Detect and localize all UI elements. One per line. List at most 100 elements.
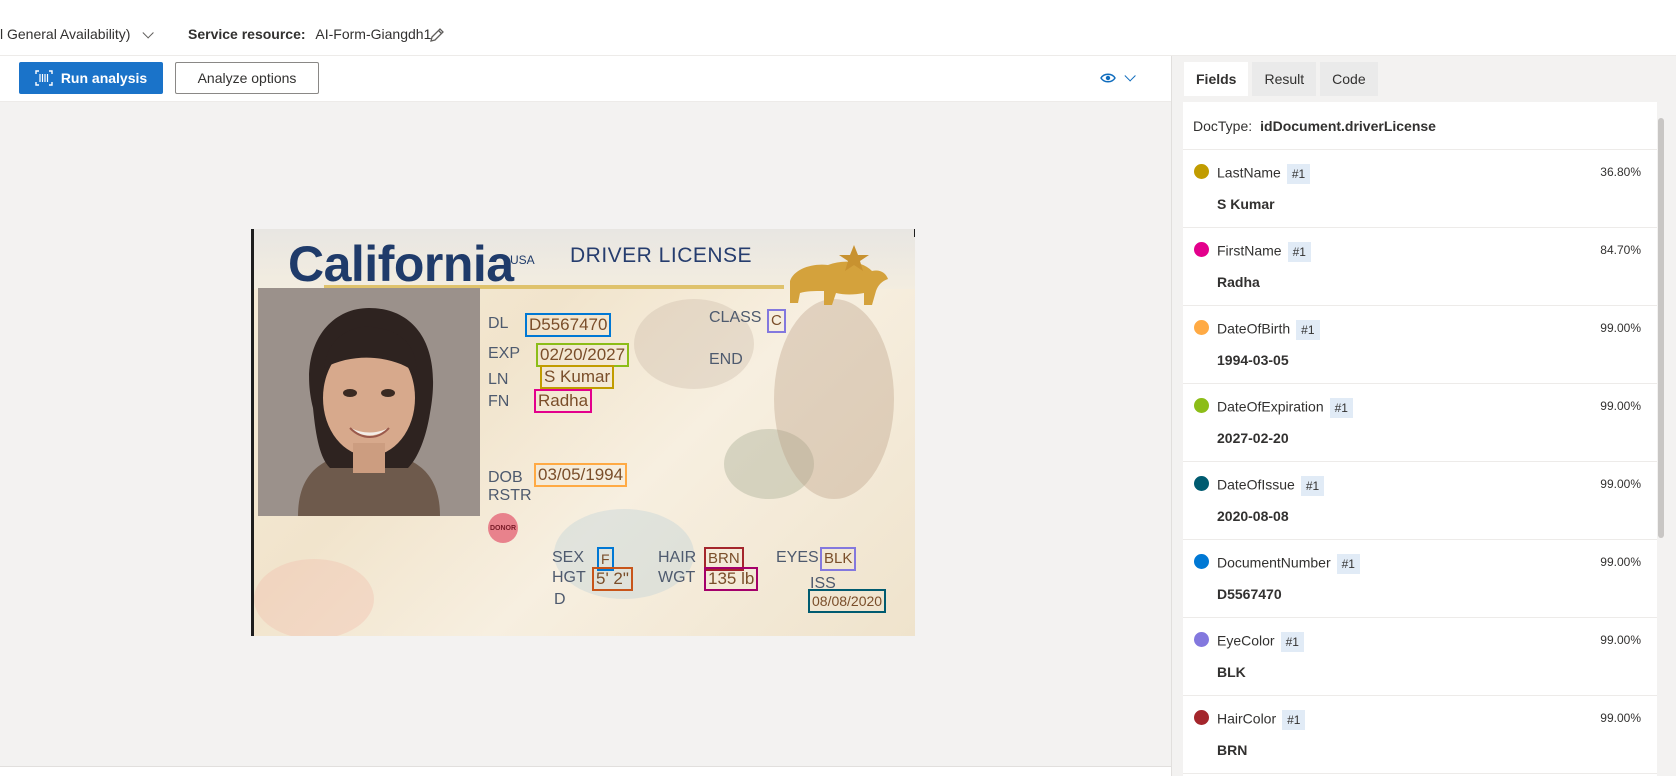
field-name: LastName #1 [1217, 164, 1311, 184]
field-confidence: 36.80% [1600, 165, 1641, 179]
api-version-label: l General Availability) [0, 26, 131, 42]
value-document-number[interactable]: D5567470 [525, 313, 612, 337]
analyze-options-label: Analyze options [197, 70, 297, 86]
doctype-value: idDocument.driverLicense [1260, 117, 1436, 134]
field-confidence: 99.00% [1600, 321, 1641, 335]
run-analysis-button[interactable]: Run analysis [19, 62, 163, 94]
field-index-badge[interactable]: #1 [1300, 476, 1325, 496]
field-name: FirstName #1 [1217, 242, 1311, 262]
scan-icon [35, 70, 53, 86]
label-dob: DOB [488, 469, 523, 486]
field-color-dot [1194, 242, 1209, 257]
field-row[interactable]: FirstName #1 84.70% Radha [1183, 228, 1665, 306]
field-value: D5567470 [1217, 586, 1282, 602]
field-name-text: DocumentNumber [1217, 554, 1331, 571]
field-color-dot [1194, 320, 1209, 335]
field-row[interactable]: DocumentNumber #1 99.00% D5567470 [1183, 540, 1665, 618]
value-first-name[interactable]: Radha [534, 389, 593, 413]
api-version-dropdown[interactable]: l General Availability) [0, 26, 155, 42]
field-value: Radha [1217, 274, 1260, 290]
label-rstr: RSTR [488, 487, 532, 504]
results-tabs: Fields Result Code [1184, 62, 1378, 96]
tab-fields[interactable]: Fields [1184, 62, 1249, 96]
card-country: USA [510, 253, 535, 267]
field-rows: LastName #1 36.80% S Kumar FirstName #1 84.70%… [1183, 150, 1665, 774]
label-eyes: EYES [776, 549, 819, 566]
field-confidence: 99.00% [1600, 477, 1641, 491]
field-name: HairColor #1 [1217, 710, 1306, 730]
field-confidence: 99.00% [1600, 555, 1641, 569]
field-value: S Kumar [1217, 196, 1275, 212]
tab-code[interactable]: Code [1320, 62, 1378, 96]
field-index-badge[interactable]: #1 [1287, 242, 1311, 262]
portrait-photo [258, 288, 480, 516]
tab-result[interactable]: Result [1252, 62, 1317, 96]
edit-pencil-icon[interactable] [428, 26, 446, 44]
field-row[interactable]: DateOfBirth #1 99.00% 1994-03-05 [1183, 306, 1665, 384]
field-index-badge[interactable]: #1 [1336, 554, 1360, 574]
label-sex: SEX [552, 549, 585, 566]
value-class[interactable]: C [767, 309, 786, 333]
label-fn: FN [488, 393, 510, 410]
field-color-dot [1194, 632, 1209, 647]
value-date-of-birth[interactable]: 03/05/1994 [534, 463, 628, 487]
top-bar: l General Availability) Service resource… [0, 0, 1676, 56]
donor-badge: DONOR [488, 513, 518, 543]
field-index-badge[interactable]: #1 [1286, 164, 1311, 184]
field-color-dot [1194, 476, 1209, 491]
field-name-text: DateOfBirth [1217, 320, 1291, 337]
field-row[interactable]: DateOfIssue #1 99.00% 2020-08-08 [1183, 462, 1665, 540]
field-row[interactable]: HairColor #1 99.00% BRN [1183, 696, 1665, 774]
fields-list: DocType: idDocument.driverLicense LastNa… [1183, 102, 1665, 776]
portrait-image [258, 288, 480, 516]
field-index-badge[interactable]: #1 [1282, 710, 1306, 730]
field-name: DocumentNumber #1 [1217, 554, 1360, 574]
field-index-badge[interactable]: #1 [1296, 320, 1320, 340]
field-value: BRN [1217, 742, 1248, 758]
value-issue-date[interactable]: 08/08/2020 [808, 589, 887, 613]
label-hgt: HGT [552, 569, 586, 586]
value-weight[interactable]: 135 lb [704, 567, 759, 591]
analyze-options-button[interactable]: Analyze options [175, 62, 319, 94]
field-name: EyeColor #1 [1217, 632, 1304, 652]
field-name-text: HairColor [1217, 710, 1277, 727]
field-name-text: LastName [1217, 164, 1281, 181]
field-row[interactable]: LastName #1 36.80% S Kumar [1183, 150, 1665, 228]
background-pattern [254, 559, 374, 636]
value-last-name[interactable]: S Kumar [540, 365, 615, 389]
view-options-dropdown[interactable] [1100, 68, 1142, 88]
field-index-badge[interactable]: #1 [1280, 632, 1304, 652]
field-row[interactable]: EyeColor #1 99.00% BLK [1183, 618, 1665, 696]
donor-label: DONOR [489, 524, 517, 532]
chevron-down-icon [1124, 70, 1136, 82]
field-color-dot [1194, 398, 1209, 413]
label-ln: LN [488, 371, 509, 388]
run-analysis-label: Run analysis [60, 70, 148, 86]
eye-icon [1100, 73, 1116, 83]
value-expiration[interactable]: 02/20/2027 [536, 343, 630, 367]
field-name: DateOfBirth #1 [1217, 320, 1320, 340]
field-color-dot [1194, 710, 1209, 725]
card-document-title: DRIVER LICENSE [570, 244, 753, 267]
label-exp: EXP [488, 345, 521, 362]
doctype-label: DocType: [1193, 117, 1253, 134]
field-name: DateOfExpiration #1 [1217, 398, 1353, 418]
fields-scrollbar[interactable] [1657, 102, 1665, 776]
label-hair: HAIR [658, 549, 697, 566]
field-name-text: FirstName [1217, 242, 1282, 259]
field-index-badge[interactable]: #1 [1329, 398, 1353, 418]
driver-license-image: California USA DRIVER LICENSE DL EXP LN … [251, 229, 915, 636]
field-color-dot [1194, 164, 1209, 179]
label-end: END [709, 351, 743, 368]
field-confidence: 84.70% [1600, 243, 1641, 257]
card-edge [914, 229, 915, 237]
label-wgt: WGT [658, 569, 696, 586]
field-row[interactable]: DateOfExpiration #1 99.00% 2027-02-20 [1183, 384, 1665, 462]
field-confidence: 99.00% [1600, 633, 1641, 647]
field-name: DateOfIssue #1 [1217, 476, 1325, 496]
scrollbar-thumb[interactable] [1658, 118, 1664, 538]
value-eyes[interactable]: BLK [820, 547, 857, 571]
label-d: D [554, 591, 566, 608]
field-confidence: 99.00% [1600, 711, 1641, 725]
value-height[interactable]: 5' 2" [592, 567, 633, 591]
